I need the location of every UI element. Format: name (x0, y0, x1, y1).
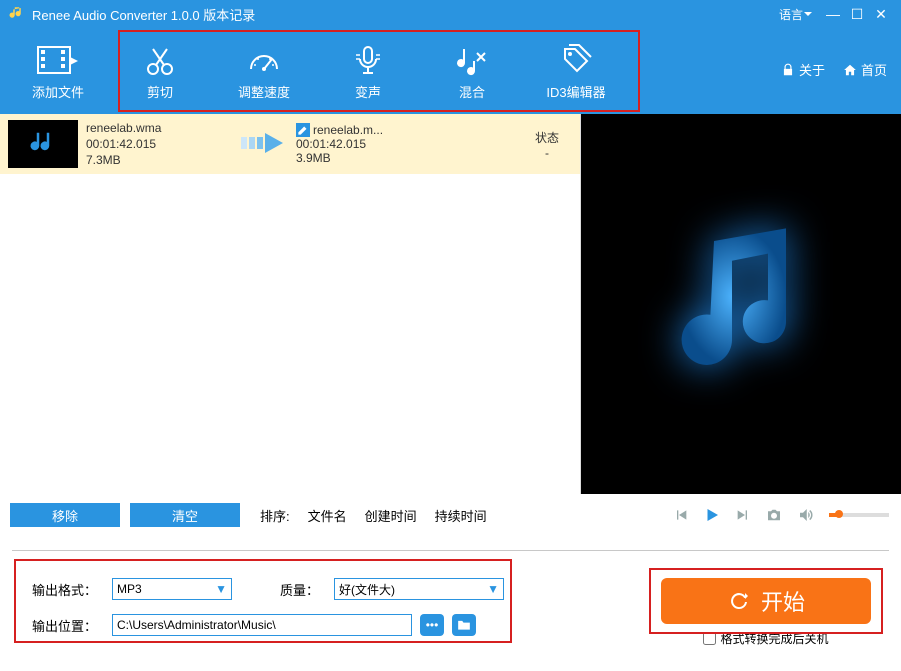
lock-icon (781, 63, 795, 77)
cut-label: 剪切 (147, 82, 173, 101)
voice-label: 变声 (355, 82, 381, 101)
src-duration: 00:01:42.015 (86, 136, 236, 152)
shutdown-checkbox[interactable]: 格式转换完成后关机 (703, 630, 828, 647)
music-note-icon (651, 214, 831, 394)
sort-by-name[interactable]: 文件名 (308, 506, 347, 525)
cut-button[interactable]: 剪切 (108, 42, 212, 101)
volume-slider[interactable] (829, 513, 889, 517)
mix-button[interactable]: 混合 (420, 42, 524, 101)
output-label: 输出位置： (32, 616, 104, 635)
sort-by-ctime[interactable]: 创建时间 (365, 506, 417, 525)
home-button[interactable]: 首页 (843, 60, 887, 79)
about-button[interactable]: 关于 (781, 60, 825, 79)
divider (12, 550, 889, 551)
speed-label: 调整速度 (238, 82, 290, 101)
scissors-icon (143, 43, 177, 77)
status-value: - (522, 146, 572, 160)
tags-icon (559, 43, 593, 77)
snapshot-button[interactable] (765, 506, 783, 524)
id3-button[interactable]: ID3编辑器 (524, 42, 628, 101)
sort-by-duration[interactable]: 持续时间 (435, 506, 487, 525)
speed-button[interactable]: 调整速度 (212, 42, 316, 101)
voice-button[interactable]: 变声 (316, 42, 420, 101)
quality-label: 质量： (280, 580, 326, 599)
remove-button[interactable]: 移除 (10, 503, 120, 527)
language-menu[interactable]: 语言 (779, 6, 813, 23)
app-title: Renee Audio Converter 1.0.0 版本记录 (32, 5, 779, 24)
dst-duration: 00:01:42.015 (296, 137, 416, 151)
mix-label: 混合 (459, 82, 485, 101)
volume-button[interactable] (797, 506, 815, 524)
refresh-icon (727, 589, 751, 613)
arrow-icon (236, 133, 296, 156)
dst-filename: reneelab.m... (313, 123, 383, 137)
minimize-button[interactable]: — (821, 6, 845, 22)
shutdown-check-input[interactable] (703, 632, 716, 645)
preview-pane (581, 114, 901, 494)
edit-icon[interactable] (296, 123, 310, 137)
prev-button[interactable] (673, 507, 689, 523)
file-thumbnail (8, 120, 78, 168)
add-file-label: 添加文件 (32, 82, 84, 101)
browse-folder-button[interactable] (452, 614, 476, 636)
add-file-button[interactable]: 添加文件 (8, 42, 108, 101)
sort-label: 排序: (260, 506, 290, 525)
app-logo (8, 5, 26, 23)
src-size: 7.3MB (86, 152, 236, 168)
quality-combo[interactable]: 好(文件大)▼ (334, 578, 504, 600)
more-path-button[interactable]: ••• (420, 614, 444, 636)
home-icon (843, 63, 857, 77)
dst-size: 3.9MB (296, 151, 416, 165)
format-combo[interactable]: MP3▼ (112, 578, 232, 600)
output-path-input[interactable] (112, 614, 412, 636)
film-add-icon (36, 43, 80, 77)
format-label: 输出格式： (32, 580, 104, 599)
clear-button[interactable]: 清空 (130, 503, 240, 527)
start-button[interactable]: 开始 (661, 578, 871, 624)
next-button[interactable] (735, 507, 751, 523)
id3-label: ID3编辑器 (546, 82, 605, 101)
folder-icon (457, 619, 471, 631)
maximize-button[interactable]: ☐ (845, 6, 869, 23)
mix-icon (455, 43, 489, 77)
file-list[interactable]: reneelab.wma 00:01:42.015 7.3MB reneelab… (0, 114, 581, 494)
close-button[interactable]: ✕ (869, 6, 893, 23)
file-row[interactable]: reneelab.wma 00:01:42.015 7.3MB reneelab… (0, 114, 580, 174)
src-filename: reneelab.wma (86, 120, 236, 136)
status-header: 状态 (522, 129, 572, 146)
play-button[interactable] (703, 506, 721, 524)
mic-icon (351, 43, 385, 77)
gauge-icon (247, 43, 281, 77)
